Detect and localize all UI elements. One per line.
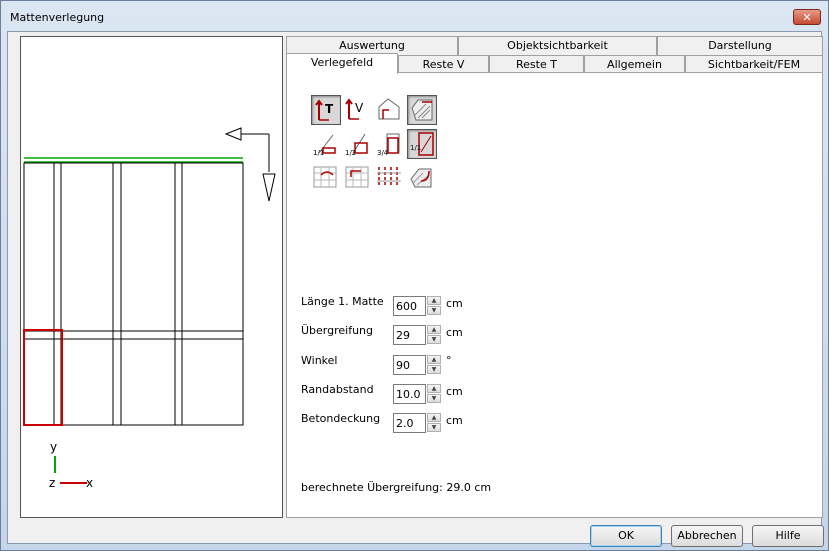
hatched-area-icon[interactable] xyxy=(407,95,437,125)
close-button[interactable]: ✕ xyxy=(793,9,821,25)
window-title: Mattenverlegung xyxy=(10,11,105,24)
mat-field-outline xyxy=(23,162,244,426)
house-corner-icon[interactable] xyxy=(375,95,405,125)
laenge-spinner[interactable]: ▲ ▼ xyxy=(427,296,443,316)
spin-down-icon[interactable]: ▼ xyxy=(427,365,441,374)
tab-panel-verlegefeld: T V 1/1 1/2 3/4 1/1 Länge 1. Matte 600 ▲… xyxy=(286,72,823,518)
ratio-full-icon[interactable]: 1/1 xyxy=(407,129,437,159)
randabstand-label: Randabstand xyxy=(301,383,374,396)
svg-text:1/1: 1/1 xyxy=(410,144,421,152)
spin-up-icon[interactable]: ▲ xyxy=(427,325,441,334)
tab-verlegefeld[interactable]: Verlegefeld xyxy=(286,53,398,74)
spin-up-icon[interactable]: ▲ xyxy=(427,296,441,305)
svg-text:T: T xyxy=(325,102,334,116)
y-axis-label: y xyxy=(50,440,57,454)
direction-arrow-left-head xyxy=(224,127,242,141)
spin-down-icon[interactable]: ▼ xyxy=(427,394,441,403)
betondeckung-unit: cm xyxy=(446,414,463,427)
uebergreifung-label: Übergreifung xyxy=(301,324,374,337)
mat-rotate-icon[interactable] xyxy=(407,163,437,193)
betondeckung-spinner[interactable]: ▲ ▼ xyxy=(427,413,443,433)
spin-up-icon[interactable]: ▲ xyxy=(427,413,441,422)
randabstand-spinner[interactable]: ▲ ▼ xyxy=(427,384,443,404)
spin-up-icon[interactable]: ▲ xyxy=(427,384,441,393)
calculated-overlap: berechnete Übergreifung: 29.0 cm xyxy=(301,481,491,494)
laenge-unit: cm xyxy=(446,297,463,310)
preview-drawing: y z x xyxy=(23,127,276,490)
ratio-1-1-icon[interactable]: 1/1 xyxy=(311,129,341,159)
winkel-label: Winkel xyxy=(301,354,338,367)
ratio-1-2-icon[interactable]: 1/2 xyxy=(343,129,373,159)
svg-text:1/1: 1/1 xyxy=(313,149,324,157)
mat-grid-icon[interactable] xyxy=(375,163,405,193)
spin-up-icon[interactable]: ▲ xyxy=(427,355,441,364)
randabstand-unit: cm xyxy=(446,385,463,398)
calculated-overlap-value: 29.0 cm xyxy=(446,481,492,494)
z-axis-label: z xyxy=(49,476,55,490)
tab-objektsichtbarkeit[interactable]: Objektsichtbarkeit xyxy=(458,36,657,55)
dialog-client: y z x Auswertung Objektsichtbarkeit Dars… xyxy=(7,31,823,544)
cancel-button[interactable]: Abbrechen xyxy=(671,525,743,547)
tab-darstellung[interactable]: Darstellung xyxy=(657,36,823,55)
spin-down-icon[interactable]: ▼ xyxy=(427,335,441,344)
help-button[interactable]: Hilfe xyxy=(752,525,824,547)
ratio-3-4-icon[interactable]: 3/4 xyxy=(375,129,405,159)
betondeckung-input[interactable]: 2.0 xyxy=(393,413,426,433)
direction-arrow-down-head xyxy=(262,173,276,202)
winkel-unit: ° xyxy=(446,354,452,367)
spin-down-icon[interactable]: ▼ xyxy=(427,423,441,432)
tab-control: Auswertung Objektsichtbarkeit Darstellun… xyxy=(286,36,823,518)
betondeckung-label: Betondeckung xyxy=(301,412,381,425)
uebergreifung-spinner[interactable]: ▲ ▼ xyxy=(427,325,443,345)
svg-text:3/4: 3/4 xyxy=(377,149,389,157)
mat-layout-preview[interactable]: y z x xyxy=(20,36,283,518)
mat-shift-right-icon[interactable] xyxy=(343,163,373,193)
randabstand-input[interactable]: 10.0 xyxy=(393,384,426,404)
winkel-input[interactable]: 90 xyxy=(393,355,426,375)
laenge-input[interactable]: 600 xyxy=(393,296,426,316)
ok-button[interactable]: OK xyxy=(590,525,662,547)
spin-down-icon[interactable]: ▼ xyxy=(427,306,441,315)
mat-shift-left-icon[interactable] xyxy=(311,163,341,193)
layout-lv-icon[interactable]: V xyxy=(343,95,373,125)
laenge-label: Länge 1. Matte xyxy=(301,295,384,308)
dialog-window: Mattenverlegung ✕ y z x Auswertung Objek… xyxy=(0,0,829,551)
x-axis-label: x xyxy=(86,476,93,490)
svg-text:V: V xyxy=(355,101,364,115)
calculated-overlap-label: berechnete Übergreifung: xyxy=(301,481,443,494)
svg-text:1/2: 1/2 xyxy=(345,149,356,157)
selected-mat-highlight xyxy=(23,329,63,426)
uebergreifung-unit: cm xyxy=(446,326,463,339)
layout-lt-icon[interactable]: T xyxy=(311,95,341,125)
title-bar: Mattenverlegung ✕ xyxy=(1,1,828,29)
winkel-spinner[interactable]: ▲ ▼ xyxy=(427,355,443,375)
uebergreifung-input[interactable]: 29 xyxy=(393,325,426,345)
